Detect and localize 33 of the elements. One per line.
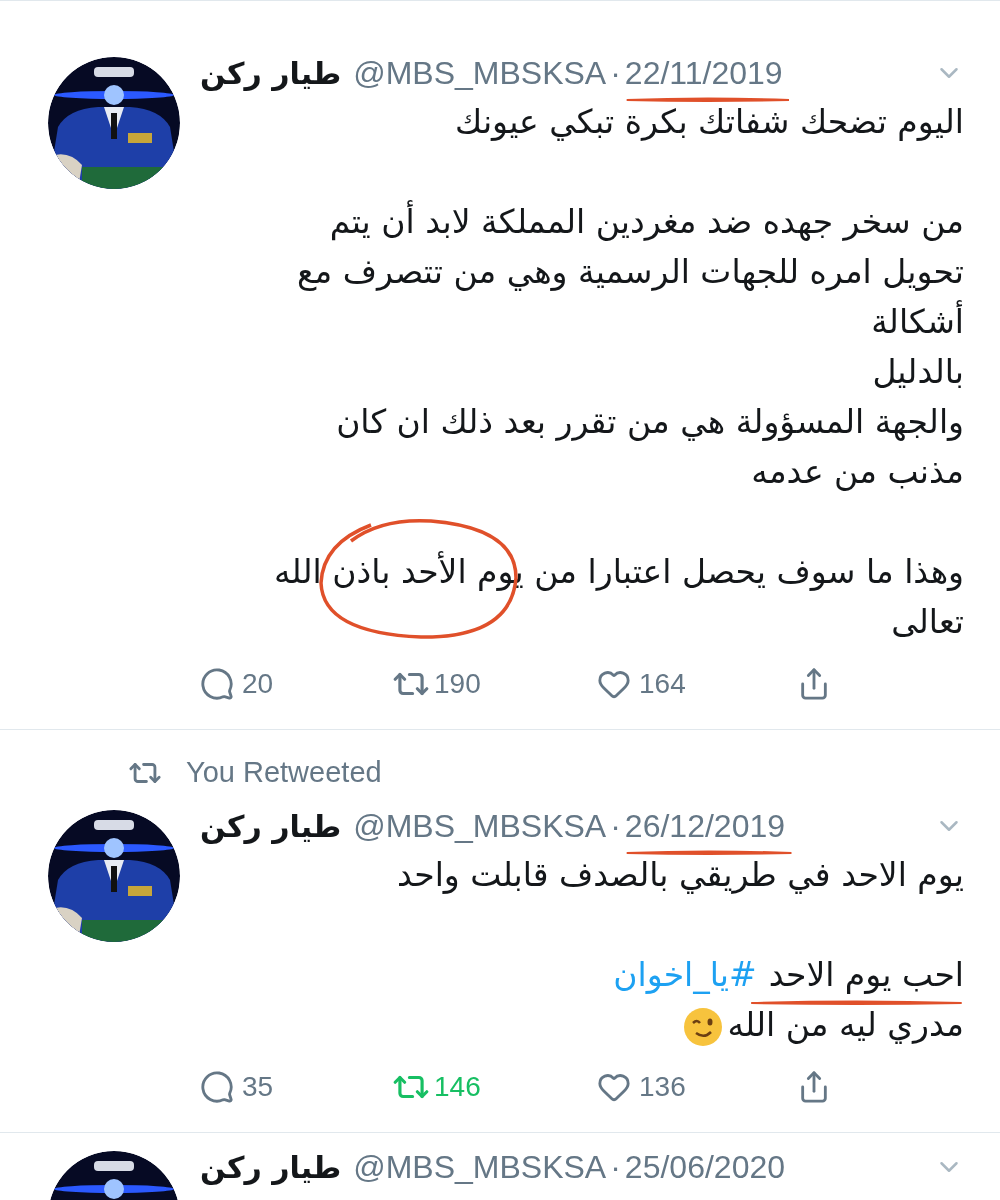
- reply-button[interactable]: 35: [200, 1066, 392, 1108]
- author-handle[interactable]: @MBS_MBSKSA: [353, 49, 607, 97]
- like-button[interactable]: 164: [597, 663, 797, 705]
- tweet-text-line: تعالى: [891, 602, 964, 641]
- tweet-text-line: بالدليل: [872, 352, 964, 391]
- author-handle[interactable]: @MBS_MBSKSA: [353, 1143, 607, 1191]
- tweet-date[interactable]: 22/11/2019: [624, 55, 783, 91]
- separator-dot: ·: [610, 1148, 621, 1187]
- author-handle[interactable]: @MBS_MBSKSA: [353, 802, 607, 850]
- tweet-text-line: اليوم تضحك شفاتك بكرة تبكي عيونك: [455, 102, 964, 141]
- tweet-date[interactable]: 25/06/2020: [624, 1149, 785, 1185]
- tweet-text-line: من سخر جهده ضد مغردين المملكة لابد أن يتم: [329, 202, 964, 241]
- like-button[interactable]: 136: [597, 1066, 797, 1108]
- reply-icon: [200, 667, 234, 701]
- tweet-text-line: مذنب من عدمه: [751, 452, 964, 491]
- separator-dot: ·: [610, 54, 621, 93]
- tweet-date[interactable]: 26/12/2019: [624, 808, 785, 844]
- retweet-label: You Retweeted: [186, 755, 382, 791]
- retweet-button[interactable]: 146: [392, 1066, 597, 1108]
- reply-icon: [200, 1070, 234, 1104]
- author-name[interactable]: طيار ركن: [200, 1144, 342, 1190]
- hashtag-link[interactable]: #يا_اخوان: [613, 955, 757, 994]
- tweet-text-line: والجهة المسؤولة هي من تقرر بعد ذلك ان كان: [336, 402, 964, 441]
- tweet-text-line: يوم الاحد في طريقي بالصدف قابلت واحد: [396, 855, 964, 894]
- tweet-text-line: تحويل امره للجهات الرسمية وهي من تتصرف مع: [297, 252, 964, 291]
- tweet-text-line: مدري ليه من الله: [727, 1005, 964, 1044]
- reply-button[interactable]: 20: [200, 663, 392, 705]
- author-name[interactable]: طيار ركن: [200, 50, 342, 96]
- author-name[interactable]: طيار ركن: [200, 803, 342, 849]
- separator-dot: ·: [610, 807, 621, 846]
- retweet-button[interactable]: 190: [392, 663, 597, 705]
- tweet-text-line: احب يوم الاحد: [768, 955, 964, 994]
- tweet-text-line: أشكالة: [871, 302, 964, 341]
